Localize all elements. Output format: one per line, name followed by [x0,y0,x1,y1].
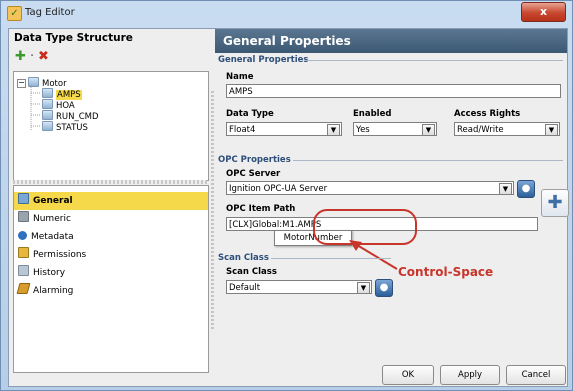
browse-opc-tags-button[interactable]: ✚ [541,189,569,217]
browse-server-button[interactable]: ● [517,180,535,198]
category-permissions[interactable]: Permissions [14,246,208,264]
category-label: Alarming [33,286,74,296]
data-type-structure-header: Data Type Structure [14,32,133,44]
opc-server-value: Ignition OPC-UA Server [229,184,328,194]
scan-class-label: Scan Class [226,267,277,277]
structure-tree[interactable]: − Motor AMPS HOA RUN_CMD STATUS [13,71,209,181]
category-history[interactable]: History [14,264,208,282]
info-icon [18,231,27,240]
access-rights-label: Access Rights [454,109,521,119]
tag-editor-app-icon: ✓ [7,6,22,21]
panel-splitter[interactable] [13,180,207,184]
section-divider [271,258,391,259]
toolbar-separator: · [30,49,35,64]
enabled-select[interactable]: Yes ▼ [353,122,437,136]
category-numeric[interactable]: Numeric [14,210,208,228]
chevron-down-icon[interactable]: ▼ [499,183,512,195]
apply-button[interactable]: Apply [440,365,500,385]
close-button[interactable]: x [521,2,566,22]
section-divider [305,60,563,61]
data-type-select[interactable]: Float4 ▼ [226,122,342,136]
section-divider [293,160,563,161]
general-properties-header: General Properties [215,29,567,53]
opc-browse-icon: ✚ [547,192,563,213]
chevron-down-icon[interactable]: ▼ [422,124,435,136]
chevron-down-icon[interactable]: ▼ [357,282,370,294]
category-label: Numeric [33,214,71,224]
data-type-value: Float4 [229,125,256,135]
tag-editor-window: ✓ Tag Editor x Data Type Structure ✚ · ✖… [0,0,573,391]
category-label: Metadata [31,232,74,242]
category-alarming[interactable]: Alarming [14,282,208,300]
access-rights-value: Read/Write [457,125,504,135]
annotation-arrow [349,240,398,270]
category-label: History [33,268,66,278]
enabled-value: Yes [356,125,370,135]
tree-connector-lines [30,85,40,130]
section-title-scan-class: Scan Class [218,253,269,263]
window-title: Tag Editor [25,7,75,18]
data-type-structure-panel: Data Type Structure ✚ · ✖ − Motor AMPS H… [9,29,210,386]
globe-icon: ● [379,282,389,293]
delete-member-button[interactable]: ✖ [38,49,49,64]
cancel-button[interactable]: Cancel [506,365,566,385]
lock-icon [18,247,29,258]
chevron-down-icon[interactable]: ▼ [545,124,558,136]
globe-icon: ● [521,183,531,194]
section-title-opc: OPC Properties [218,155,291,165]
opc-server-label: OPC Server [226,169,281,179]
property-category-list: General Numeric Metadata Permissions His… [13,185,209,373]
general-properties-panel: General Properties General Properties Na… [211,29,569,386]
alarm-bell-icon [16,283,31,294]
category-metadata[interactable]: Metadata [14,228,208,246]
scan-class-value: Default [229,283,261,293]
section-title-general: General Properties [218,55,309,65]
numeric-icon [18,211,29,222]
opc-item-path-label: OPC Item Path [226,204,296,214]
enabled-label: Enabled [353,109,392,119]
info-page-icon [18,193,29,204]
opc-server-select[interactable]: Ignition OPC-UA Server ▼ [226,181,514,195]
history-icon [18,265,29,276]
add-member-button[interactable]: ✚ [15,49,26,64]
name-input[interactable]: AMPS [226,84,561,98]
panel-resize-grip[interactable] [211,89,214,329]
category-general[interactable]: General [14,192,208,210]
data-type-label: Data Type [226,109,274,119]
name-label: Name [226,72,254,82]
dialog-body: Data Type Structure ✚ · ✖ − Motor AMPS H… [8,28,569,387]
ok-button[interactable]: OK [382,365,434,385]
tree-node-label: STATUS [56,123,88,133]
annotation-label: Control-Space [398,265,494,279]
category-label: General [33,196,73,206]
chevron-down-icon[interactable]: ▼ [327,124,340,136]
category-label: Permissions [33,250,87,260]
title-bar[interactable]: ✓ Tag Editor x [1,1,572,25]
scan-class-select[interactable]: Default ▼ [226,280,372,294]
access-rights-select[interactable]: Read/Write ▼ [454,122,560,136]
edit-scan-class-button[interactable]: ● [375,279,393,297]
